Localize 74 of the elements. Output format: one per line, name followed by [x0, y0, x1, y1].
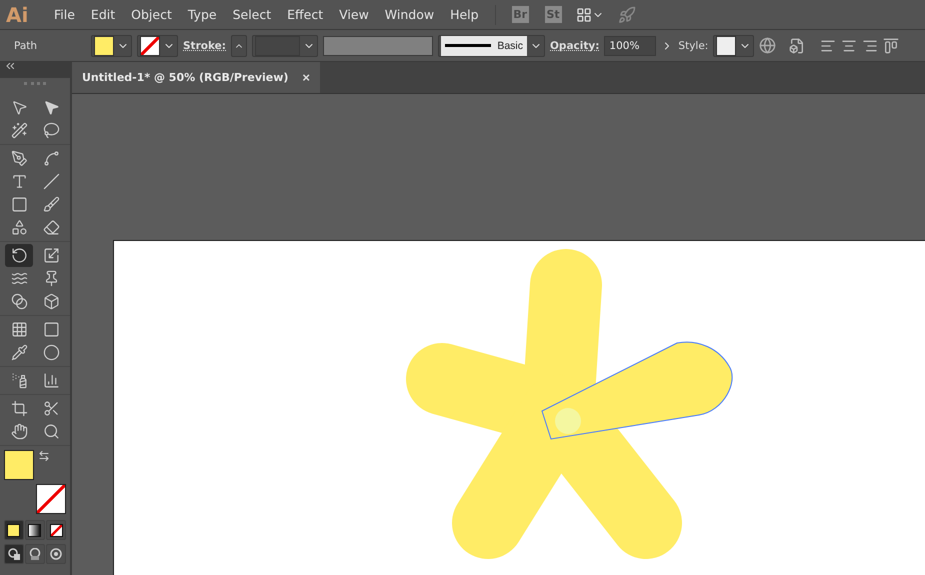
align-top-icon[interactable]	[883, 38, 900, 54]
selection-type-label: Path	[13, 40, 38, 52]
align-left-icon[interactable]	[820, 38, 836, 54]
eraser-icon	[42, 219, 60, 236]
eyedropper-icon	[10, 344, 28, 361]
close-button[interactable]: ×	[302, 70, 310, 85]
arrow-pointer-icon	[10, 99, 28, 116]
document-title: Untitled-1* @ 50% (RGB/Preview)	[82, 71, 288, 84]
stroke-line-icon	[445, 44, 492, 48]
document-tab[interactable]: Untitled-1* @ 50% (RGB/Preview) ×	[72, 62, 320, 93]
shapes-icon	[10, 219, 28, 236]
fill-swatch[interactable]	[4, 450, 34, 480]
rotate-icon	[10, 247, 28, 264]
warp-icon	[10, 270, 28, 287]
menu-item[interactable]: Select	[224, 7, 280, 22]
collapse-icon[interactable]	[6, 63, 14, 69]
menu-item[interactable]: Object	[123, 7, 180, 22]
menu-item[interactable]: Type	[180, 7, 225, 22]
globe-icon[interactable]	[759, 37, 776, 54]
color-mode-button[interactable]	[24, 520, 45, 540]
arrow-pointer-icon	[42, 99, 60, 116]
pen-icon	[10, 150, 28, 167]
style-dropdown[interactable]	[713, 34, 754, 56]
menu-item[interactable]: Window	[376, 7, 442, 22]
magic-wand-icon	[10, 122, 28, 139]
brush-dropdown[interactable]: Basic	[438, 34, 545, 56]
menu-item[interactable]: View	[331, 7, 377, 22]
mesh-icon	[10, 321, 28, 338]
color-mode-swatch	[28, 524, 42, 536]
hand-icon	[10, 423, 28, 440]
app-logo: Ai	[6, 2, 30, 26]
color-mode-button[interactable]	[46, 520, 66, 540]
slice-icon	[42, 400, 60, 417]
color-mode-button[interactable]	[4, 520, 24, 540]
center-point-icon	[555, 408, 581, 434]
selected-petal[interactable]	[542, 342, 733, 440]
draw-mode-button[interactable]	[24, 544, 45, 564]
align-center-icon[interactable]	[841, 38, 858, 54]
align-right-icon[interactable]	[862, 38, 878, 54]
menu-item[interactable]: Help	[442, 7, 487, 22]
shape-builder-icon	[10, 293, 28, 310]
fill-dropdown[interactable]	[91, 34, 132, 56]
shape-icon[interactable]	[789, 38, 806, 54]
curve-pen-icon	[42, 150, 60, 167]
zoom-icon	[42, 423, 60, 440]
draw-behind-icon	[28, 548, 41, 560]
menu-item[interactable]: File	[46, 7, 83, 22]
color-mode-swatch	[50, 524, 63, 536]
draw-mode-button[interactable]	[46, 544, 66, 564]
swap-icon[interactable]	[38, 450, 50, 462]
opacity-label[interactable]: Opacity:	[550, 40, 600, 52]
menu-item[interactable]: Edit	[82, 7, 124, 22]
bar-chart-icon	[42, 372, 60, 389]
perspective-grid-icon	[42, 293, 60, 310]
style-label: Style:	[678, 40, 708, 52]
color-mode-swatch	[7, 524, 20, 536]
rectangle-icon	[10, 196, 28, 213]
draw-inside-icon	[50, 548, 62, 560]
type-icon	[10, 173, 28, 190]
draw-mode-button[interactable]	[4, 544, 24, 564]
brush-icon	[42, 196, 60, 213]
menu-item[interactable]: Effect	[279, 7, 332, 22]
draw-normal-icon	[8, 548, 20, 560]
stroke-label[interactable]: Stroke:	[183, 40, 226, 52]
workspace-icon[interactable]	[576, 6, 592, 22]
stroke-swatch[interactable]	[36, 484, 66, 514]
scale-icon	[42, 247, 60, 264]
spray-can-icon	[10, 372, 28, 389]
artboard-icon	[10, 400, 28, 417]
tool-button[interactable]	[5, 244, 33, 267]
opacity-field[interactable]: 100%	[604, 36, 656, 56]
lasso-icon	[42, 122, 60, 139]
stroke-dropdown[interactable]	[137, 34, 178, 56]
line-icon	[42, 173, 60, 190]
